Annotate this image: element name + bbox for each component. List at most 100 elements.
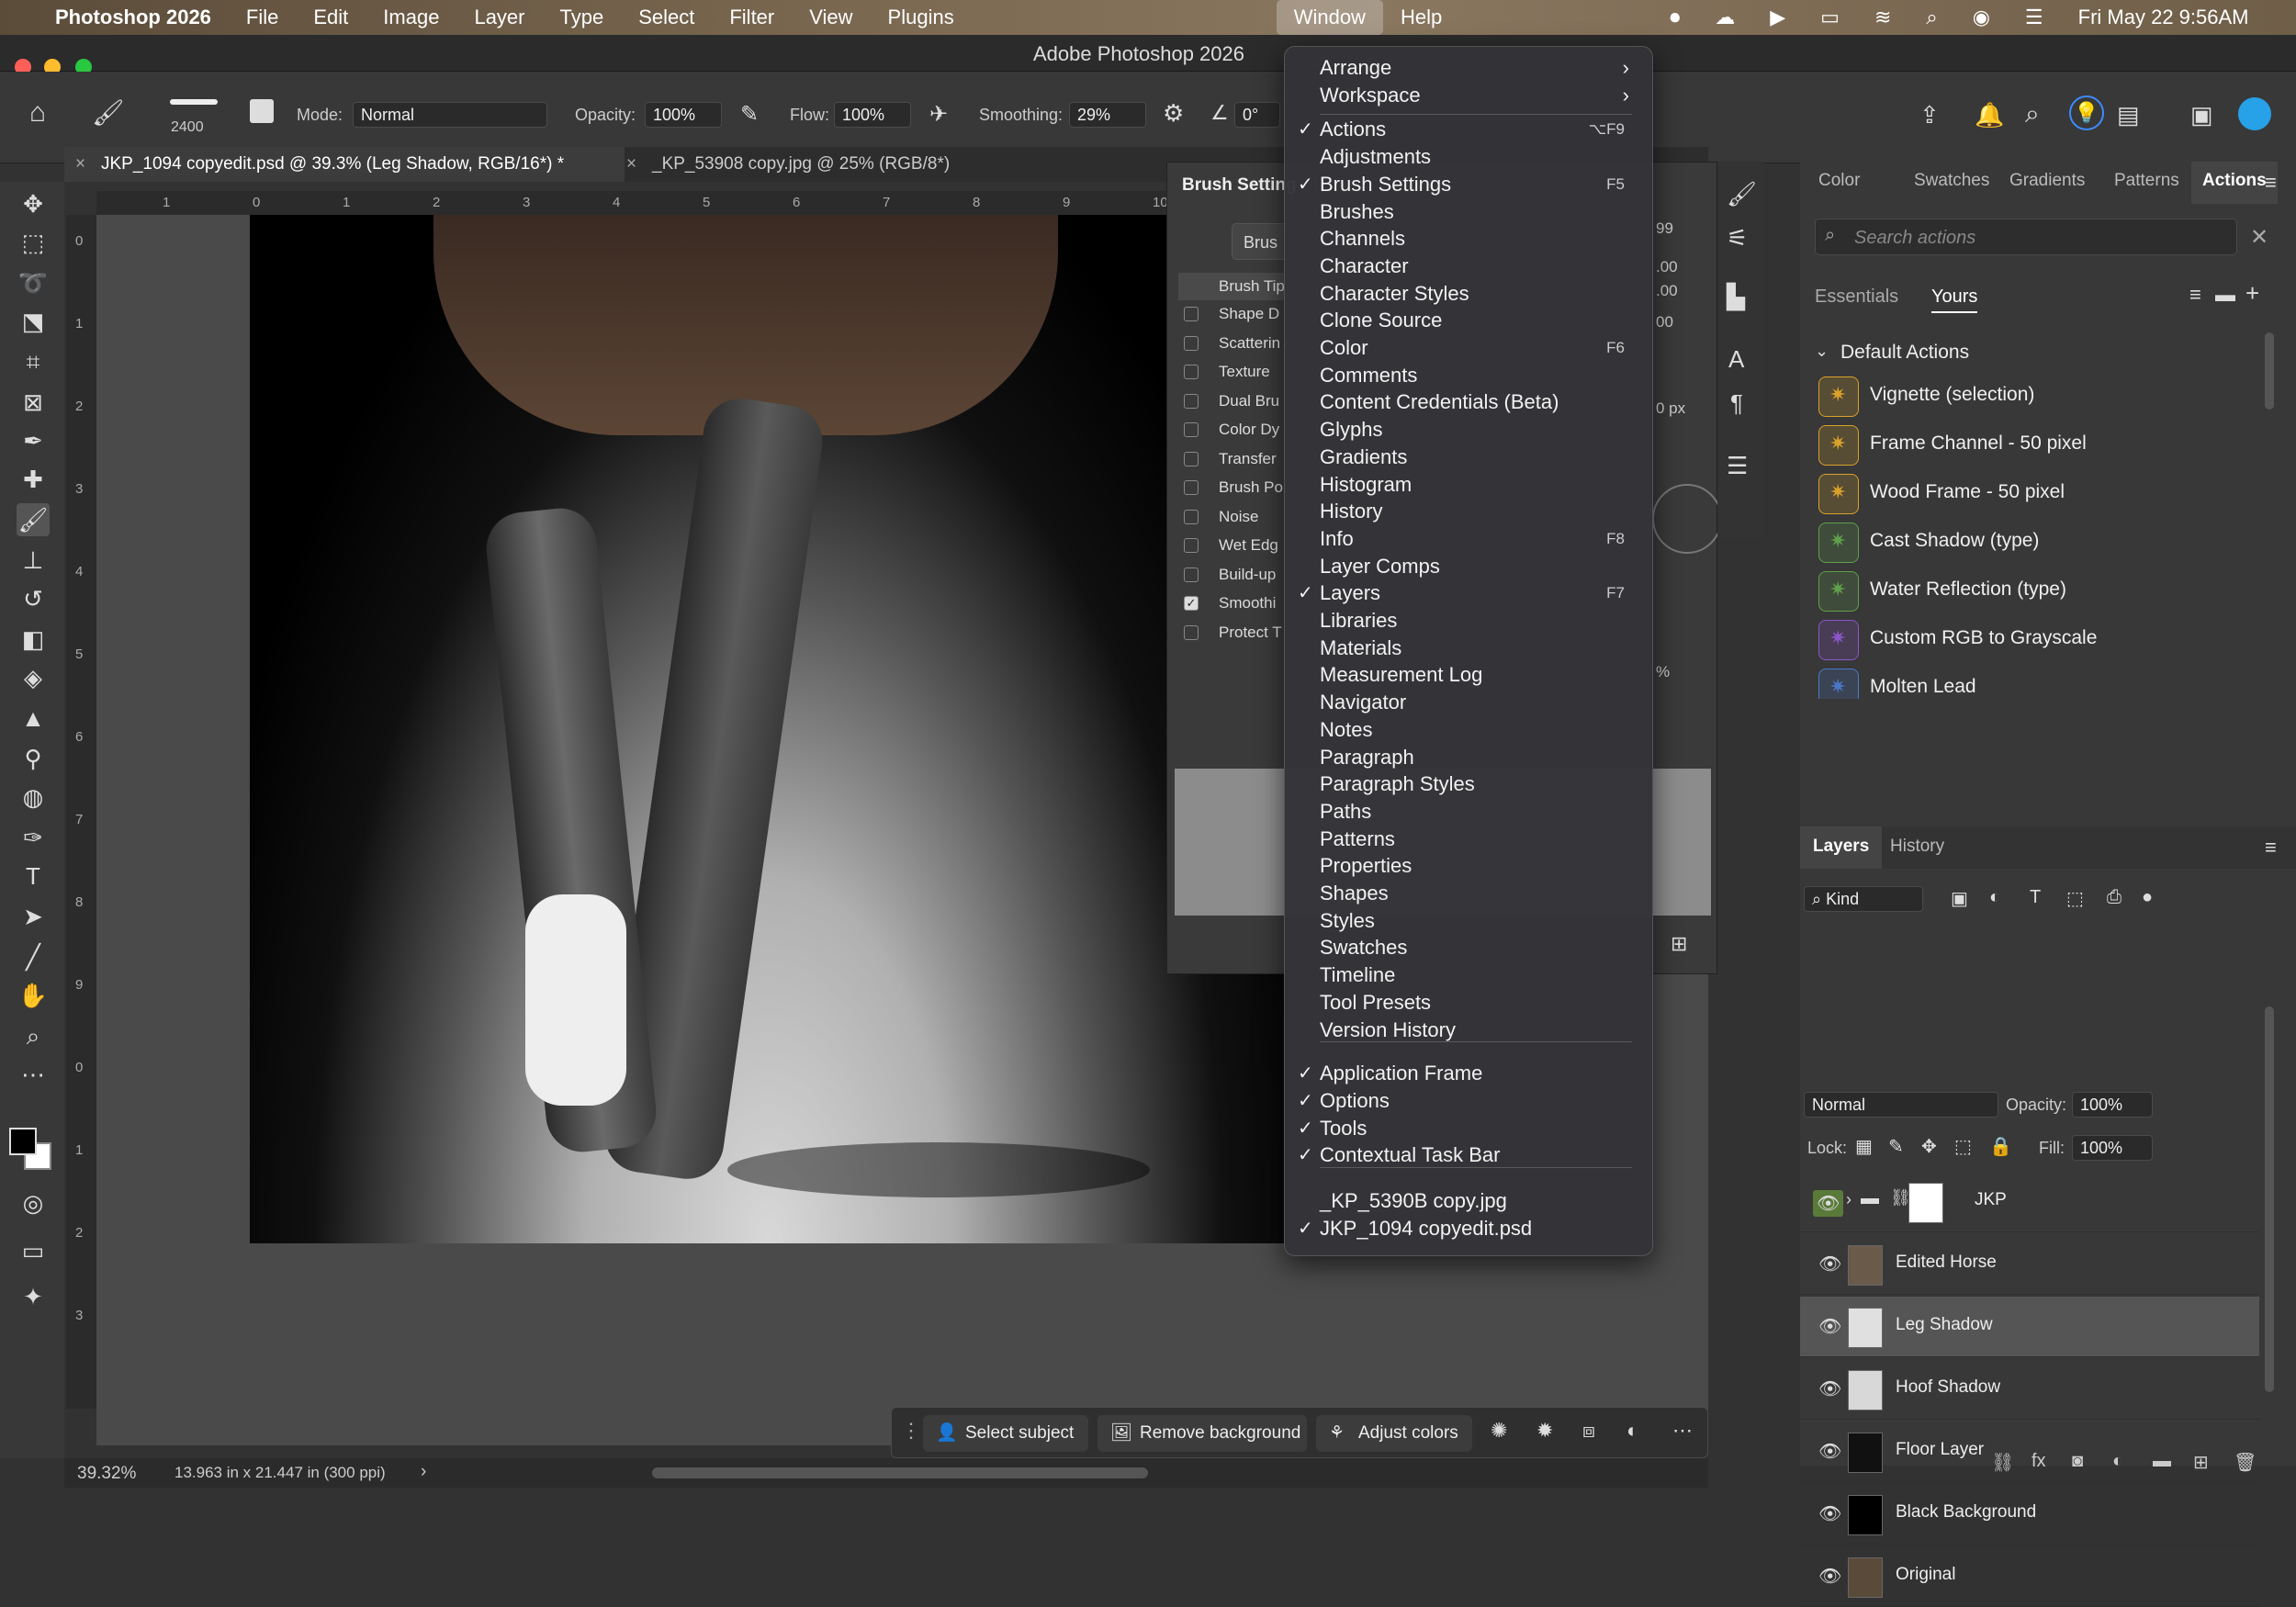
action-item[interactable]: ✷ Custom RGB to Grayscale <box>1818 616 2250 662</box>
drag-handle-icon[interactable]: ⋮ <box>901 1419 921 1443</box>
subtab-essentials[interactable]: Essentials <box>1815 287 1898 308</box>
menu-item-notes[interactable]: Notes <box>1285 716 1652 744</box>
visibility-eye-icon[interactable]: 👁 <box>1818 1377 1841 1400</box>
smoothing-field[interactable]: 29% <box>1069 102 1146 128</box>
filter-toggle-icon[interactable]: ● <box>2142 887 2153 908</box>
transform-icon[interactable]: ⧈ <box>1582 1419 1595 1443</box>
filter-shape-icon[interactable]: ⬚ <box>2066 887 2084 910</box>
menu-item-materials[interactable]: Materials <box>1285 635 1652 662</box>
visibility-eye-icon[interactable]: 👁 <box>1813 1190 1844 1217</box>
brush-tool-icon[interactable]: 🖌 <box>17 503 50 536</box>
brush-setting-value[interactable]: .00 <box>1656 258 1678 276</box>
screen-mode-toggle-icon[interactable]: ▭ <box>17 1234 50 1267</box>
menu-item-navigator[interactable]: Navigator <box>1285 689 1652 716</box>
discover-lightbulb-icon[interactable]: 💡 <box>2069 96 2104 130</box>
action-item[interactable]: ✷ Water Reflection (type) <box>1818 568 2250 613</box>
group-chevron-icon[interactable]: ⌄ <box>1815 342 1829 361</box>
menu-item-workspace[interactable]: Workspace › <box>1285 82 1652 109</box>
brush-option-checkbox[interactable] <box>1184 393 1199 409</box>
menu-item-kp-5390b-copy-jpg[interactable]: _KP_5390B copy.jpg <box>1285 1187 1652 1215</box>
play-icon[interactable]: ▶ <box>1752 0 1803 35</box>
brush-option-checkbox[interactable] <box>1184 451 1199 466</box>
brush-setting-value[interactable]: .00 <box>1656 282 1678 300</box>
settings-icon[interactable]: ⋯ <box>1672 1419 1693 1443</box>
menu-item-info[interactable]: Info F8 <box>1285 525 1652 553</box>
opacity-field[interactable]: 100% <box>645 102 722 128</box>
brush-option-checkbox[interactable] <box>1184 335 1199 351</box>
actions-scrollbar[interactable] <box>2265 332 2274 410</box>
filter-type-icon[interactable]: T <box>2030 887 2041 908</box>
spotlight-icon[interactable]: ⌕ <box>1908 0 1954 35</box>
flow-field[interactable]: 100% <box>834 102 911 128</box>
layer-row-hoof-shadow[interactable]: 👁 Hoof Shadow <box>1800 1359 2259 1420</box>
menu-item-character-styles[interactable]: Character Styles <box>1285 280 1652 308</box>
layer-row-floor-layer[interactable]: 👁 Floor Layer <box>1800 1422 2259 1482</box>
create-new-brush-icon[interactable]: ⊞ <box>1671 932 1687 956</box>
workspace-layout-icon[interactable]: ▤ <box>2117 101 2140 129</box>
action-item[interactable]: ✷ Frame Channel - 50 pixel <box>1818 421 2250 467</box>
menu-item-options[interactable]: ✓ Options <box>1285 1087 1652 1115</box>
control-center-icon[interactable]: ☰ <box>2008 0 2061 35</box>
filter-adjustment-icon[interactable]: ◐ <box>1989 887 2000 908</box>
menu-layer[interactable]: Layer <box>456 0 542 35</box>
notifications-bell-icon[interactable]: 🔔 <box>1975 101 2004 129</box>
path-selection-tool-icon[interactable]: ➤ <box>17 900 50 933</box>
group-expand-chevron-icon[interactable]: › <box>1846 1190 1851 1209</box>
menu-item-clone-source[interactable]: Clone Source <box>1285 307 1652 334</box>
menu-item-tools[interactable]: ✓ Tools <box>1285 1115 1652 1142</box>
layers-scrollbar[interactable] <box>2265 1006 2274 1392</box>
line-tool-icon[interactable]: ╱ <box>17 940 50 973</box>
mode-select[interactable]: Normal <box>353 102 547 128</box>
action-item[interactable]: ✷ Wood Frame - 50 pixel <box>1818 470 2250 516</box>
menu-item-jkp-1094-copyedit-psd[interactable]: ✓ JKP_1094 copyedit.psd <box>1285 1215 1652 1242</box>
new-action-icon[interactable]: + <box>2245 279 2259 308</box>
menu-item-channels[interactable]: Channels <box>1285 225 1652 253</box>
apple-icon[interactable] <box>0 0 48 35</box>
menu-item-layers[interactable]: ✓ Layers F7 <box>1285 579 1652 607</box>
hand-tool-icon[interactable]: ✋ <box>17 979 50 1012</box>
menu-item-comments[interactable]: Comments <box>1285 362 1652 389</box>
document-canvas-image[interactable] <box>250 215 1288 1243</box>
marquee-tool-icon[interactable]: ⬚ <box>17 226 50 259</box>
menu-window[interactable]: Window <box>1276 0 1383 35</box>
adjustment-layer-icon[interactable]: ◐ <box>2112 1451 2123 1472</box>
lasso-tool-icon[interactable]: ➰ <box>17 266 50 299</box>
history-brush-tool-icon[interactable]: ↺ <box>17 582 50 615</box>
menu-item-paths[interactable]: Paths <box>1285 798 1652 826</box>
battery-icon[interactable]: ▭ <box>1803 0 1857 35</box>
new-layer-icon[interactable]: ⊞ <box>2193 1451 2209 1474</box>
foreground-color-swatch[interactable] <box>9 1128 37 1155</box>
home-icon[interactable]: ⌂ <box>29 97 46 129</box>
filter-smartobject-icon[interactable]: ⎙ <box>2107 887 2122 908</box>
visibility-eye-icon[interactable]: 👁 <box>1818 1253 1841 1275</box>
menu-item-adjustments[interactable]: Adjustments <box>1285 143 1652 171</box>
brush-setting-value[interactable]: 99 <box>1656 219 1673 238</box>
menu-item-properties[interactable]: Properties <box>1285 852 1652 880</box>
brush-settings-panel-icon[interactable]: 🖌 <box>1727 180 1757 208</box>
brush-option-checkbox[interactable] <box>1184 480 1199 495</box>
pressure-opacity-icon[interactable]: ✎ <box>740 101 759 128</box>
horizontal-scrollbar[interactable] <box>652 1467 1148 1478</box>
menu-item-layer-comps[interactable]: Layer Comps <box>1285 553 1652 580</box>
tab-patterns[interactable]: Patterns <box>2114 171 2179 191</box>
tab-kp-53908[interactable]: × _KP_53908 copy.jpg @ 25% (RGB/8*) <box>615 147 1001 182</box>
menu-item-patterns[interactable]: Patterns <box>1285 826 1652 853</box>
menu-item-contextual-task-bar[interactable]: ✓ Contextual Task Bar <box>1285 1141 1652 1169</box>
wifi-icon[interactable]: ≋ <box>1857 0 1908 35</box>
search-icon[interactable]: ⌕ <box>2025 99 2040 129</box>
menu-item-swatches[interactable]: Swatches <box>1285 934 1652 961</box>
move-tool-icon[interactable]: ✥ <box>17 187 50 220</box>
menu-item-gradients[interactable]: Gradients <box>1285 444 1652 471</box>
adjustments-panel-icon[interactable]: ⚟ <box>1727 224 1748 253</box>
more-tools-icon[interactable]: ⋯ <box>17 1058 50 1091</box>
visibility-eye-icon[interactable]: 👁 <box>1818 1502 1841 1525</box>
brush-setting-value[interactable]: 0 px <box>1656 399 1685 418</box>
brush-preview-icon[interactable] <box>170 99 218 105</box>
menu-item-color[interactable]: Color F6 <box>1285 334 1652 362</box>
brush-panel-toggle-icon[interactable] <box>250 99 274 123</box>
action-item[interactable]: ✷ Cast Shadow (type) <box>1818 519 2250 565</box>
layer-row-edited-horse[interactable]: 👁 Edited Horse <box>1800 1234 2259 1295</box>
generative-fill-icon[interactable]: ✺ <box>1491 1419 1507 1443</box>
tab-layers[interactable]: Layers <box>1800 826 1883 869</box>
tab-history[interactable]: History <box>1890 837 1944 857</box>
